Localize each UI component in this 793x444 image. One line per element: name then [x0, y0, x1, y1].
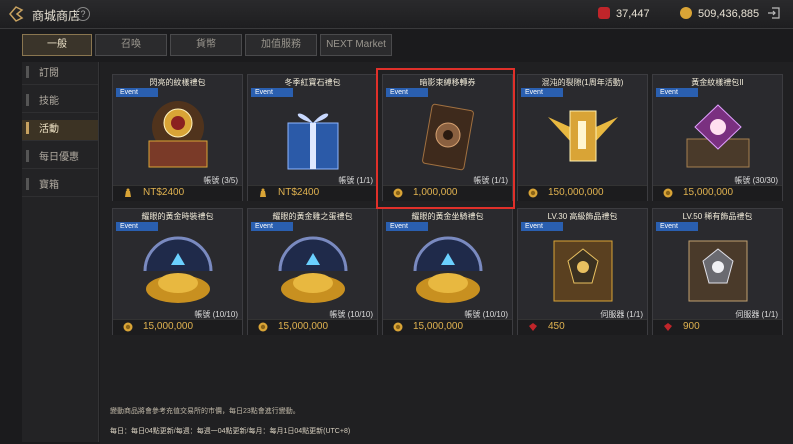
price-value: 15,000,000: [278, 321, 329, 332]
sidebar-item-subscription[interactable]: 訂閱: [22, 64, 98, 85]
sidebar-item-label: 每日優惠: [39, 152, 79, 163]
tab-general[interactable]: 一般: [22, 34, 92, 56]
price-value: 900: [683, 321, 700, 332]
help-icon[interactable]: ?: [76, 7, 90, 21]
product-name: 混沌的裂隙(1周年活動): [541, 78, 624, 87]
product-card[interactable]: 耀眼的黃金坐騎禮包 Event 帳號 (10/10) 15,000,000: [382, 208, 513, 335]
sidebar-item-label: 訂閱: [39, 68, 59, 79]
sidebar-item-daily-deals[interactable]: 每日優惠: [22, 148, 98, 169]
product-name: LV.30 高級飾品禮包: [547, 212, 618, 221]
price-bar: NT$2400: [113, 185, 242, 201]
gold-coin-icon: [528, 188, 538, 198]
tab-next-market[interactable]: NEXT Market: [320, 34, 392, 56]
product-card[interactable]: 混沌的裂隙(1周年活動) Event 150,000,000: [517, 74, 648, 201]
sidebar-item-events[interactable]: 活動: [22, 120, 98, 141]
price-value: 15,000,000: [413, 321, 464, 332]
event-badge: Event: [656, 88, 698, 97]
gold-currency-counter: 509,436,885: [680, 7, 759, 20]
sidebar-item-skills[interactable]: 技能: [22, 92, 98, 113]
event-badge: Event: [521, 222, 563, 231]
product-card[interactable]: 閃亮的紋樣禮包 Event 帳號 (3/5) NT$2400: [112, 74, 243, 201]
chest-icon: [148, 101, 208, 168]
bag-icon: [125, 188, 131, 197]
product-card[interactable]: LV.30 高級飾品禮包 Event 伺服器 (1/1) 450: [517, 208, 648, 335]
event-badge: Event: [386, 222, 428, 231]
gold-coin-icon: [680, 7, 692, 19]
exit-icon[interactable]: [767, 6, 781, 20]
gold-pile-icon: [278, 236, 348, 303]
crest-scroll-icon: [688, 240, 748, 302]
product-card[interactable]: 冬季紅寶石禮包 Event 帳號 (1/1) NT$2400: [247, 74, 378, 201]
bag-icon: [260, 188, 266, 197]
red-gem-icon: [529, 323, 537, 331]
price-bar: 900: [653, 319, 782, 335]
tab-premium-service[interactable]: 加值服務: [245, 34, 317, 56]
product-name: 冬季紅寶石禮包: [284, 78, 341, 87]
price-bar: 15,000,000: [653, 185, 782, 201]
price-value: NT$2400: [278, 187, 320, 198]
red-currency-value: 37,447: [616, 8, 650, 20]
gold-coin-icon: [663, 188, 673, 198]
tab-currency[interactable]: 貨幣: [170, 34, 242, 56]
event-badge: Event: [521, 88, 563, 97]
gold-currency-value: 509,436,885: [698, 8, 760, 20]
gold-pile-icon: [143, 236, 213, 303]
price-value: 150,000,000: [548, 187, 604, 198]
crest-scroll-icon: [553, 240, 613, 302]
price-value: 450: [548, 321, 565, 332]
selection-highlight: [376, 68, 515, 209]
gold-coin-icon: [258, 322, 268, 332]
price-bar: 150,000,000: [518, 185, 647, 201]
gold-coin-icon: [393, 322, 403, 332]
price-bar: 15,000,000: [383, 319, 512, 335]
price-value: 15,000,000: [143, 321, 194, 332]
reset-schedule-note: 每日：每日04點更新/每週：每週一04點更新/每月：每月1日04點更新(UTC+…: [110, 428, 351, 435]
product-name: 黃金紋樣禮包II: [691, 78, 744, 87]
red-gem-icon: [664, 323, 672, 331]
gold-pile-icon: [413, 236, 483, 303]
price-value: NT$2400: [143, 187, 185, 198]
giftbox-icon: [287, 113, 339, 170]
sidebar: 訂閱 技能 活動 每日優惠 寶箱: [22, 62, 99, 442]
red-gem-icon: [598, 7, 610, 19]
back-logo-icon[interactable]: [6, 4, 26, 24]
product-name: LV.50 稀有飾品禮包: [682, 212, 753, 221]
product-name: 耀眼的黃金時裝禮包: [141, 212, 214, 221]
event-badge: Event: [656, 222, 698, 231]
page-title: 商城商店: [32, 9, 81, 23]
product-card[interactable]: 黃金紋樣禮包II Event 帳號 (30/30) 15,000,000: [652, 74, 783, 201]
price-bar: 15,000,000: [248, 319, 377, 335]
event-badge: Event: [251, 88, 293, 97]
price-bar: 450: [518, 319, 647, 335]
winged-scroll-icon: [548, 110, 618, 162]
product-name: 耀眼的黃金坐騎禮包: [411, 212, 484, 221]
product-name: 耀眼的黃金雞之蛋禮包: [272, 212, 353, 221]
product-card[interactable]: 耀眼的黃金時裝禮包 Event 帳號 (10/10) 15,000,000: [112, 208, 243, 335]
event-badge: Event: [116, 88, 158, 97]
product-name: 閃亮的紋樣禮包: [149, 78, 206, 87]
gem-chest-icon: [686, 104, 750, 168]
gold-coin-icon: [123, 322, 133, 332]
event-badge: Event: [116, 222, 158, 231]
sidebar-item-label: 技能: [39, 96, 59, 107]
product-card[interactable]: 耀眼的黃金雞之蛋禮包 Event 帳號 (10/10) 15,000,000: [247, 208, 378, 335]
sidebar-item-chests[interactable]: 寶箱: [22, 176, 98, 197]
event-badge: Event: [251, 222, 293, 231]
price-bar: 15,000,000: [113, 319, 242, 335]
product-card[interactable]: LV.50 稀有飾品禮包 Event 伺服器 (1/1) 900: [652, 208, 783, 335]
price-change-note: 變動商品將會參考充值交易所的市價，每日23點會進行變動。: [110, 408, 300, 415]
price-bar: NT$2400: [248, 185, 377, 201]
sidebar-item-label: 活動: [39, 124, 59, 135]
tab-summon[interactable]: 召喚: [95, 34, 167, 56]
red-currency-counter: 37,447: [598, 7, 650, 20]
top-bar: 商城商店 ? 37,447 509,436,885: [0, 0, 793, 29]
sidebar-item-label: 寶箱: [39, 180, 59, 191]
price-value: 15,000,000: [683, 187, 734, 198]
